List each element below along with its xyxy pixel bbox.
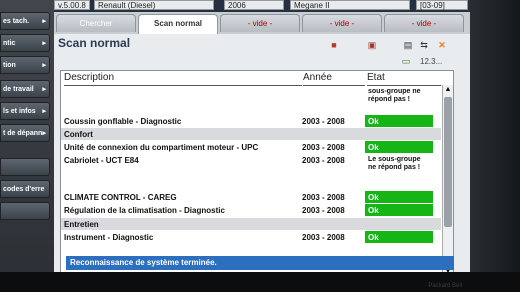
row-description: Instrument - Diagnostic xyxy=(64,233,154,242)
table-section-row: Entretien xyxy=(61,218,441,230)
column-header-etat[interactable]: Etat xyxy=(367,71,441,86)
chevron-right-icon: ▸ xyxy=(42,130,46,137)
row-description: Régulation de la climatisation - Diagnos… xyxy=(64,206,225,215)
save-icon[interactable]: ▤ xyxy=(402,40,414,50)
row-year: 2003 - 2008 xyxy=(302,233,345,242)
sidebar-item-label: ls et infos xyxy=(3,108,36,115)
table-section-row: Confort xyxy=(61,128,441,140)
scroll-up-icon[interactable]: ▲ xyxy=(443,85,453,95)
connect-icon[interactable]: ⇆ xyxy=(418,40,430,50)
screen-bezel-bottom: Packard Bell xyxy=(0,272,520,292)
chevron-right-icon: ▸ xyxy=(42,62,46,69)
table-row[interactable]: Instrument - Diagnostic 2003 - 2008 Ok xyxy=(61,231,441,253)
row-state-ok: Ok xyxy=(365,141,433,153)
print-icon[interactable]: ▣ xyxy=(366,40,378,50)
table-scrollbar[interactable]: ▲ ▼ xyxy=(442,85,453,277)
table-row[interactable]: sous-groupe ne répond pas ! xyxy=(61,86,441,114)
stop-icon[interactable]: ■ xyxy=(328,40,340,50)
chevron-right-icon: ▸ xyxy=(42,40,46,47)
row-description: CLIMATE CONTROL - CAREG xyxy=(64,193,177,202)
left-sidebar: es tach. ▸ ntic ▸ tion ▸ de travail ▸ ls et … xyxy=(0,0,54,292)
table-row[interactable]: Coussin gonflable - Diagnostic 2003 - 20… xyxy=(61,115,441,127)
row-year: 2003 - 2008 xyxy=(302,156,345,165)
tab-vide-3[interactable]: - vide - xyxy=(384,14,464,32)
scan-results-table: Description Année Etat sous-groupe ne ré… xyxy=(60,70,454,278)
column-header-annee[interactable]: Année xyxy=(303,71,365,86)
row-state-ok: Ok xyxy=(365,204,433,216)
section-label: Confort xyxy=(64,130,93,139)
scrollbar-thumb[interactable] xyxy=(444,97,452,227)
table-row[interactable]: Unité de connexion du compartiment moteu… xyxy=(61,141,441,153)
row-description: Unité de connexion du compartiment moteu… xyxy=(64,143,259,152)
row-state: Le sous-groupe ne répond pas ! xyxy=(368,156,421,171)
sidebar-item-label: codes d'erre xyxy=(3,186,45,193)
row-year xyxy=(299,86,365,90)
row-year: 2003 - 2008 xyxy=(302,193,345,202)
date-range: [03-09] xyxy=(416,0,468,10)
sidebar-item-depannage[interactable]: t de dépann ▸ xyxy=(0,124,50,142)
sidebar-item-codes-erreur[interactable]: codes d'erre xyxy=(0,180,50,198)
column-header-description[interactable]: Description xyxy=(64,71,302,86)
row-year: 2003 - 2008 xyxy=(302,117,345,126)
tab-bar: Chercher Scan normal - vide - - vide - -… xyxy=(54,12,470,34)
sidebar-item-blank-2[interactable] xyxy=(0,202,50,220)
sidebar-item-travail[interactable]: de travail ▸ xyxy=(0,80,50,98)
sidebar-item-diagnostic[interactable]: ntic ▸ xyxy=(0,34,50,52)
sidebar-item-label: de travail xyxy=(3,86,34,93)
status-bar: Reconnaissance de système terminée. xyxy=(66,256,454,270)
battery-icon: ▭ xyxy=(401,56,411,66)
sidebar-item-label: es tach. xyxy=(3,18,30,25)
row-state-ok: Ok xyxy=(365,115,433,127)
version-label: v.5.00.8 xyxy=(54,0,90,10)
model-combo[interactable]: Megane II xyxy=(290,0,410,10)
row-state-ok: Ok xyxy=(365,231,433,243)
row-description: Cabriolet - UCT E84 xyxy=(64,156,139,165)
main-panel: Chercher Scan normal - vide - - vide - -… xyxy=(54,12,470,278)
chevron-right-icon: ▸ xyxy=(42,108,46,115)
screen-bezel-right xyxy=(470,0,520,292)
row-year: 2003 - 2008 xyxy=(302,143,345,152)
sidebar-item-label: ntic xyxy=(3,40,16,47)
sidebar-item-tion[interactable]: tion ▸ xyxy=(0,56,50,74)
row-state-ok: Ok xyxy=(365,191,433,203)
vehicle-selector-bar: v.5.00.8 Renault (Diesel) 2006 Megane II… xyxy=(54,0,470,12)
tab-chercher[interactable]: Chercher xyxy=(56,14,136,32)
year-combo[interactable]: 2006 xyxy=(224,0,284,10)
sidebar-item-infos[interactable]: ls et infos ▸ xyxy=(0,102,50,120)
table-row[interactable]: Régulation de la climatisation - Diagnos… xyxy=(61,204,441,216)
section-label: Entretien xyxy=(64,220,99,229)
table-row[interactable]: Cabriolet - UCT E84 2003 - 2008 Le sous-… xyxy=(61,154,441,190)
row-description: Coussin gonflable - Diagnostic xyxy=(64,117,182,126)
sidebar-item-blank-1[interactable] xyxy=(0,158,50,176)
tab-vide-1[interactable]: - vide - xyxy=(220,14,300,32)
tab-vide-2[interactable]: - vide - xyxy=(302,14,382,32)
sidebar-item-tach[interactable]: es tach. ▸ xyxy=(0,12,50,30)
page-title: Scan normal xyxy=(58,36,131,50)
sidebar-item-label: t de dépann xyxy=(3,130,43,137)
row-year: 2003 - 2008 xyxy=(302,206,345,215)
chevron-right-icon: ▸ xyxy=(42,86,46,93)
brand-label: Packard Bell xyxy=(428,283,462,289)
status-counter: 12.3... xyxy=(420,57,443,66)
chevron-right-icon: ▸ xyxy=(42,18,46,25)
row-state: sous-groupe ne répond pas ! xyxy=(368,88,421,103)
close-icon[interactable]: ✕ xyxy=(436,40,448,50)
vehicle-combo[interactable]: Renault (Diesel) xyxy=(94,0,214,10)
row-description xyxy=(61,86,301,90)
tab-scan-normal[interactable]: Scan normal xyxy=(138,14,218,34)
sidebar-item-label: tion xyxy=(3,62,16,69)
table-row[interactable]: CLIMATE CONTROL - CAREG 2003 - 2008 Ok xyxy=(61,191,441,203)
